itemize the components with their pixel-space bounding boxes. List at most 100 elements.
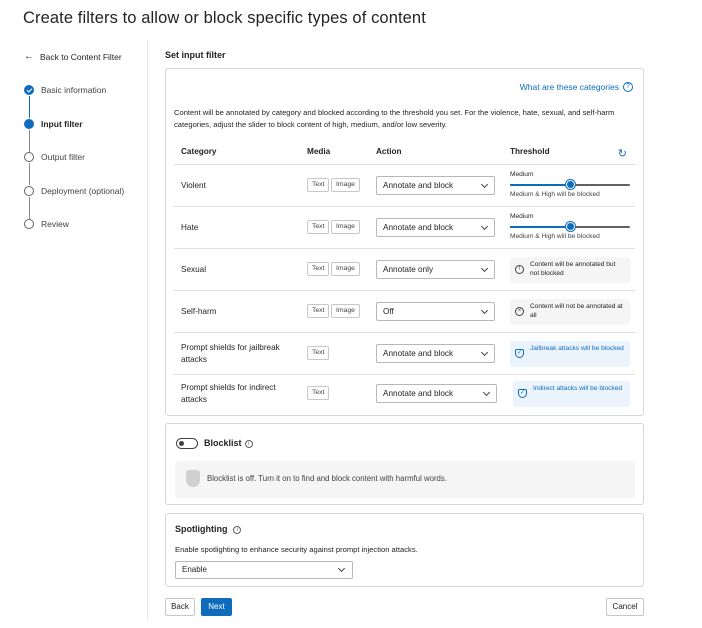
media-text-chip: Text <box>307 346 330 360</box>
header-category: Category <box>181 147 217 156</box>
blocklist-toggle[interactable] <box>176 438 198 449</box>
blocklist-empty-state: Blocklist is off. Turn it on to find and… <box>175 461 635 498</box>
filter-description: Content will be annotated by category an… <box>174 108 615 129</box>
spotlighting-dropdown[interactable]: Enable <box>175 561 353 579</box>
wizard-steps: Basic information Input filter Output fi… <box>24 84 124 252</box>
back-link-label: Back to Content Filter <box>40 51 122 62</box>
reset-icon[interactable]: ↻ <box>618 147 627 160</box>
threshold-status: ✓ Indirect attacks will be blocked <box>513 381 630 407</box>
row-category: Prompt shields for jailbreak attacks <box>181 343 280 364</box>
slider-fill <box>510 184 570 186</box>
threshold-slider[interactable]: Medium Medium & High will be blocked <box>510 213 630 240</box>
table-row-indirect: Prompt shields for indirect attacks Text… <box>174 374 635 412</box>
step-label: Deployment (optional) <box>41 185 125 196</box>
action-dropdown[interactable]: Annotate and block <box>376 218 495 237</box>
action-dropdown[interactable]: Annotate and block <box>376 344 495 363</box>
spotlighting-title: Spotlighting i <box>175 524 242 534</box>
info-icon[interactable]: i <box>244 440 253 448</box>
step-connector <box>28 163 30 185</box>
row-category: Self-harm <box>181 307 217 316</box>
media-image-chip: Image <box>331 220 360 234</box>
cancel-button[interactable]: Cancel <box>606 598 644 616</box>
table-row-hate: Hate Text Image Annotate and block Mediu… <box>174 206 635 248</box>
step-current-icon <box>24 118 34 129</box>
row-category: Sexual <box>181 265 207 274</box>
toggle-knob <box>179 441 184 446</box>
threshold-status: ! Content will be annotated but not bloc… <box>510 257 630 283</box>
spotlighting-title-text: Spotlighting <box>175 524 228 534</box>
action-value: Annotate and block <box>383 181 454 190</box>
media-image-chip: Image <box>331 304 360 318</box>
action-dropdown[interactable]: Annotate and block <box>376 384 497 403</box>
step-connector <box>28 129 30 152</box>
step-connector <box>28 196 30 219</box>
step-label: Input filter <box>41 118 83 129</box>
nav-divider <box>147 40 148 620</box>
media-text-chip: Text <box>307 220 330 234</box>
back-to-content-filter-link[interactable]: ← Back to Content Filter <box>24 51 122 62</box>
chevron-down-icon <box>480 180 489 189</box>
step-pending-icon <box>24 219 34 229</box>
step-label: Output filter <box>41 152 85 162</box>
threshold-slider[interactable]: Medium Medium & High will be blocked <box>510 171 630 198</box>
step-input-filter[interactable]: Input filter <box>24 118 124 152</box>
slider-track[interactable] <box>510 180 630 189</box>
blocklist-title: Blocklist i <box>204 438 253 448</box>
question-icon: ? <box>623 82 633 92</box>
media-text-chip: Text <box>307 178 330 192</box>
slider-thumb[interactable] <box>565 222 575 231</box>
page-title: Create filters to allow or block specifi… <box>23 9 426 27</box>
categories-link-label: What are these categories <box>519 82 619 92</box>
status-text: Indirect attacks will be blocked <box>533 385 623 392</box>
action-dropdown[interactable]: Off <box>376 302 495 321</box>
slider-track[interactable] <box>510 222 630 231</box>
input-filter-card: What are these categories ? Content will… <box>165 68 644 416</box>
blocklist-message: Blocklist is off. Turn it on to find and… <box>207 474 447 483</box>
step-complete-icon <box>24 85 34 95</box>
threshold-status: × Content will not be annotated at all <box>510 299 630 325</box>
step-review[interactable]: Review <box>24 218 124 252</box>
slider-fill <box>510 226 570 228</box>
threshold-status: ✓ Jailbreak attacks will be blocked <box>510 341 630 367</box>
status-text: Jailbreak attacks will be blocked <box>530 345 624 352</box>
header-action: Action <box>376 147 402 156</box>
slider-level-label: Medium <box>510 171 534 178</box>
action-dropdown[interactable]: Annotate and block <box>376 176 495 195</box>
back-button[interactable]: Back <box>165 598 195 616</box>
info-icon: ! <box>515 265 524 274</box>
slider-note: Medium & High will be blocked <box>510 233 600 240</box>
action-dropdown[interactable]: Annotate only <box>376 260 495 279</box>
table-row-violent: Violent Text Image Annotate and block Me… <box>174 164 635 206</box>
media-image-chip: Image <box>331 262 360 276</box>
header-threshold: Threshold <box>510 147 550 156</box>
shield-icon <box>186 470 200 487</box>
chevron-down-icon <box>480 306 489 315</box>
step-pending-icon <box>24 185 34 196</box>
dismiss-circle-icon: × <box>515 307 524 316</box>
slider-thumb[interactable] <box>565 180 575 189</box>
spotlighting-card: Spotlighting i Enable spotlighting to enh… <box>165 513 644 587</box>
chevron-down-icon <box>480 348 489 357</box>
blocklist-title-text: Blocklist <box>204 438 242 448</box>
slider-level-label: Medium <box>510 213 534 220</box>
slider-note: Medium & High will be blocked <box>510 191 600 198</box>
media-image-chip: Image <box>331 178 360 192</box>
spotlighting-description: Enable spotlighting to enhance security … <box>175 545 418 554</box>
chevron-down-icon <box>480 222 489 231</box>
info-icon[interactable]: i <box>233 526 242 534</box>
step-deployment[interactable]: Deployment (optional) <box>24 185 124 219</box>
step-pending-icon <box>24 152 34 162</box>
categories-info-link[interactable]: What are these categories ? <box>520 82 633 92</box>
next-button[interactable]: Next <box>201 598 232 616</box>
step-basic-information[interactable]: Basic information <box>24 84 124 118</box>
step-output-filter[interactable]: Output filter <box>24 151 124 185</box>
action-value: Annotate and block <box>383 349 454 358</box>
section-title: Set input filter <box>165 50 226 60</box>
blocklist-card: Blocklist i Blocklist is off. Turn it on … <box>165 423 644 505</box>
arrow-left-icon: ← <box>24 51 34 62</box>
step-connector <box>28 96 30 118</box>
chevron-down-icon <box>337 564 346 573</box>
chevron-down-icon <box>480 264 489 273</box>
shield-check-icon: ✓ <box>518 389 527 398</box>
shield-check-icon: ✓ <box>515 349 524 358</box>
